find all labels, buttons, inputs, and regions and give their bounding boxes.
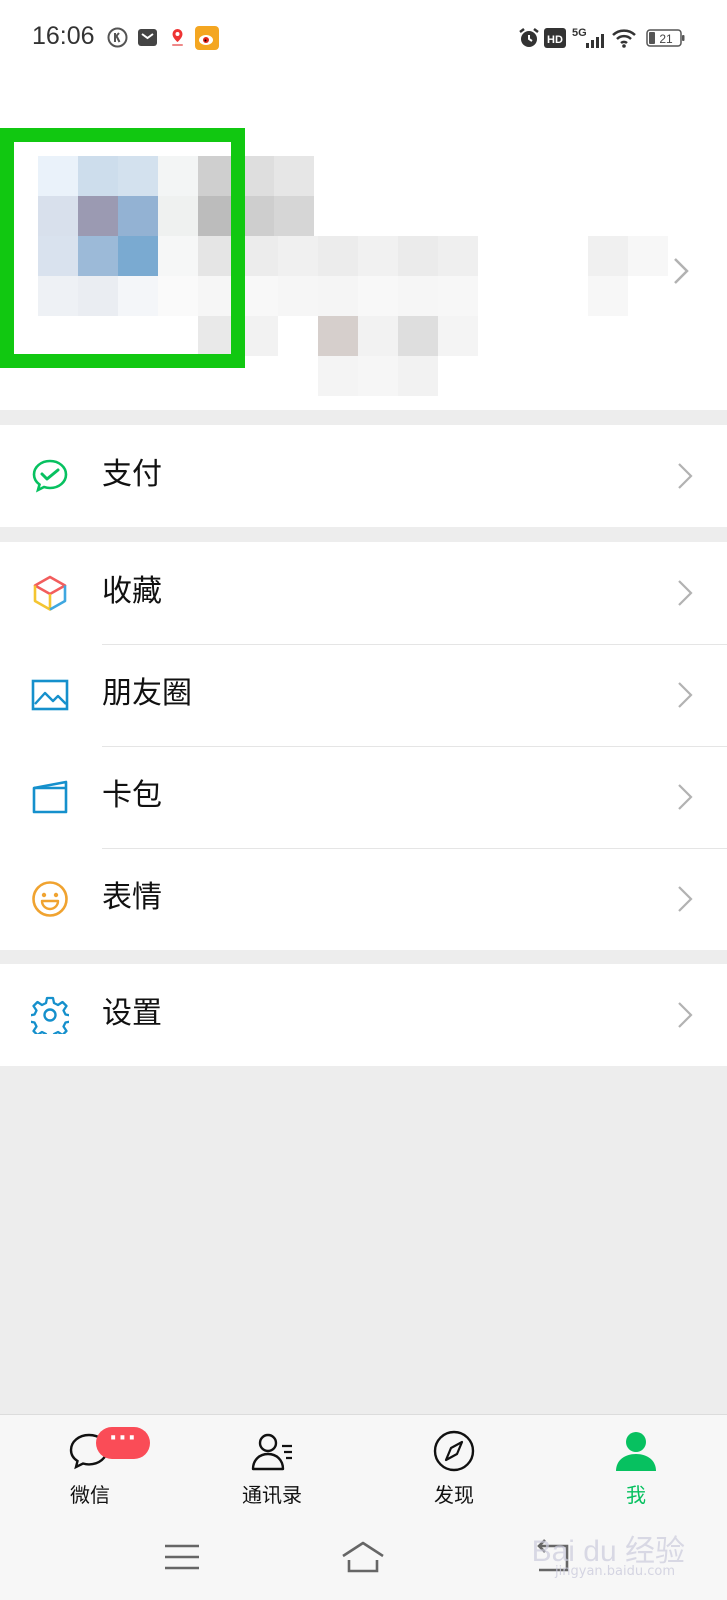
chevron-right-icon: [678, 784, 693, 810]
menu-item-settings[interactable]: 设置: [0, 964, 727, 1066]
cube-icon: [33, 575, 67, 611]
watermark-url: jingyan.baidu.com: [555, 1564, 675, 1579]
menu-label-favorites: 收藏: [102, 574, 162, 609]
tab-chats[interactable]: ··· 微信: [30, 1415, 150, 1515]
status-time: 16:06: [32, 22, 95, 50]
menu-item-moments[interactable]: 朋友圈: [0, 644, 727, 746]
chevron-right-icon: [678, 463, 693, 489]
tab-label-discover: 发现: [434, 1483, 474, 1507]
signal-5g-icon: 5G: [572, 27, 604, 48]
menu-group-pay: 支付: [0, 425, 727, 527]
chevron-right-icon: [678, 580, 693, 606]
wifi-icon: [612, 29, 636, 48]
chevron-right-icon: [678, 1002, 693, 1028]
menu-nav-icon[interactable]: [159, 1534, 205, 1580]
location-app-icon: [172, 29, 183, 46]
home-nav-icon[interactable]: [340, 1534, 386, 1580]
tab-discover[interactable]: 发现: [394, 1415, 514, 1515]
menu-item-pay[interactable]: 支付: [0, 425, 727, 527]
bottom-tab-bar: ··· 微信 通讯录 发现 我: [0, 1414, 727, 1514]
smiley-icon: [32, 881, 68, 917]
status-bar: 16:06 HD 5G 21: [0, 0, 727, 80]
battery-icon: 21: [646, 29, 685, 47]
menu-label-pay: 支付: [102, 457, 162, 492]
unread-badge: ···: [96, 1427, 150, 1459]
menu-group-settings: 设置: [0, 964, 727, 1066]
menu-label-cards: 卡包: [102, 778, 162, 813]
menu-label-settings: 设置: [102, 996, 162, 1031]
svg-text:HD: HD: [547, 34, 563, 46]
image-icon: [31, 679, 69, 711]
menu-item-favorites[interactable]: 收藏: [0, 542, 727, 644]
menu-item-cards[interactable]: 卡包: [0, 746, 727, 848]
alarm-icon: [519, 28, 539, 47]
svg-text:5G: 5G: [572, 27, 587, 39]
chevron-right-icon: [678, 886, 693, 912]
profile-chevron-icon: [674, 258, 689, 284]
contacts-icon: [251, 1433, 292, 1471]
chevron-right-icon: [678, 682, 693, 708]
tab-contacts[interactable]: 通讯录: [212, 1415, 332, 1515]
tab-label-contacts: 通讯录: [242, 1483, 302, 1507]
tab-me[interactable]: 我: [576, 1415, 696, 1515]
compass-icon: [433, 1430, 475, 1472]
menu-item-stickers[interactable]: 表情: [0, 848, 727, 950]
system-nav-bar: Bai du 经验 jingyan.baidu.com: [0, 1514, 727, 1600]
svg-text:21: 21: [659, 32, 673, 46]
person-icon: [616, 1432, 656, 1471]
menu-label-stickers: 表情: [102, 880, 162, 915]
tab-label-me: 我: [626, 1483, 646, 1507]
mail-app-icon: [138, 29, 157, 46]
menu-label-moments: 朋友圈: [102, 676, 192, 711]
hd-icon: HD: [544, 28, 566, 48]
avatar-highlight-frame: [0, 128, 245, 368]
wechat-pay-icon: [32, 459, 68, 493]
weibo-app-icon: [195, 26, 219, 50]
menu-group-main: 收藏 朋友圈 卡包 表情: [0, 542, 727, 950]
k-app-icon: [107, 27, 128, 48]
tab-label-chats: 微信: [70, 1483, 110, 1507]
gear-icon: [31, 996, 69, 1034]
profile-header[interactable]: [0, 80, 727, 410]
wallet-icon: [32, 780, 68, 814]
